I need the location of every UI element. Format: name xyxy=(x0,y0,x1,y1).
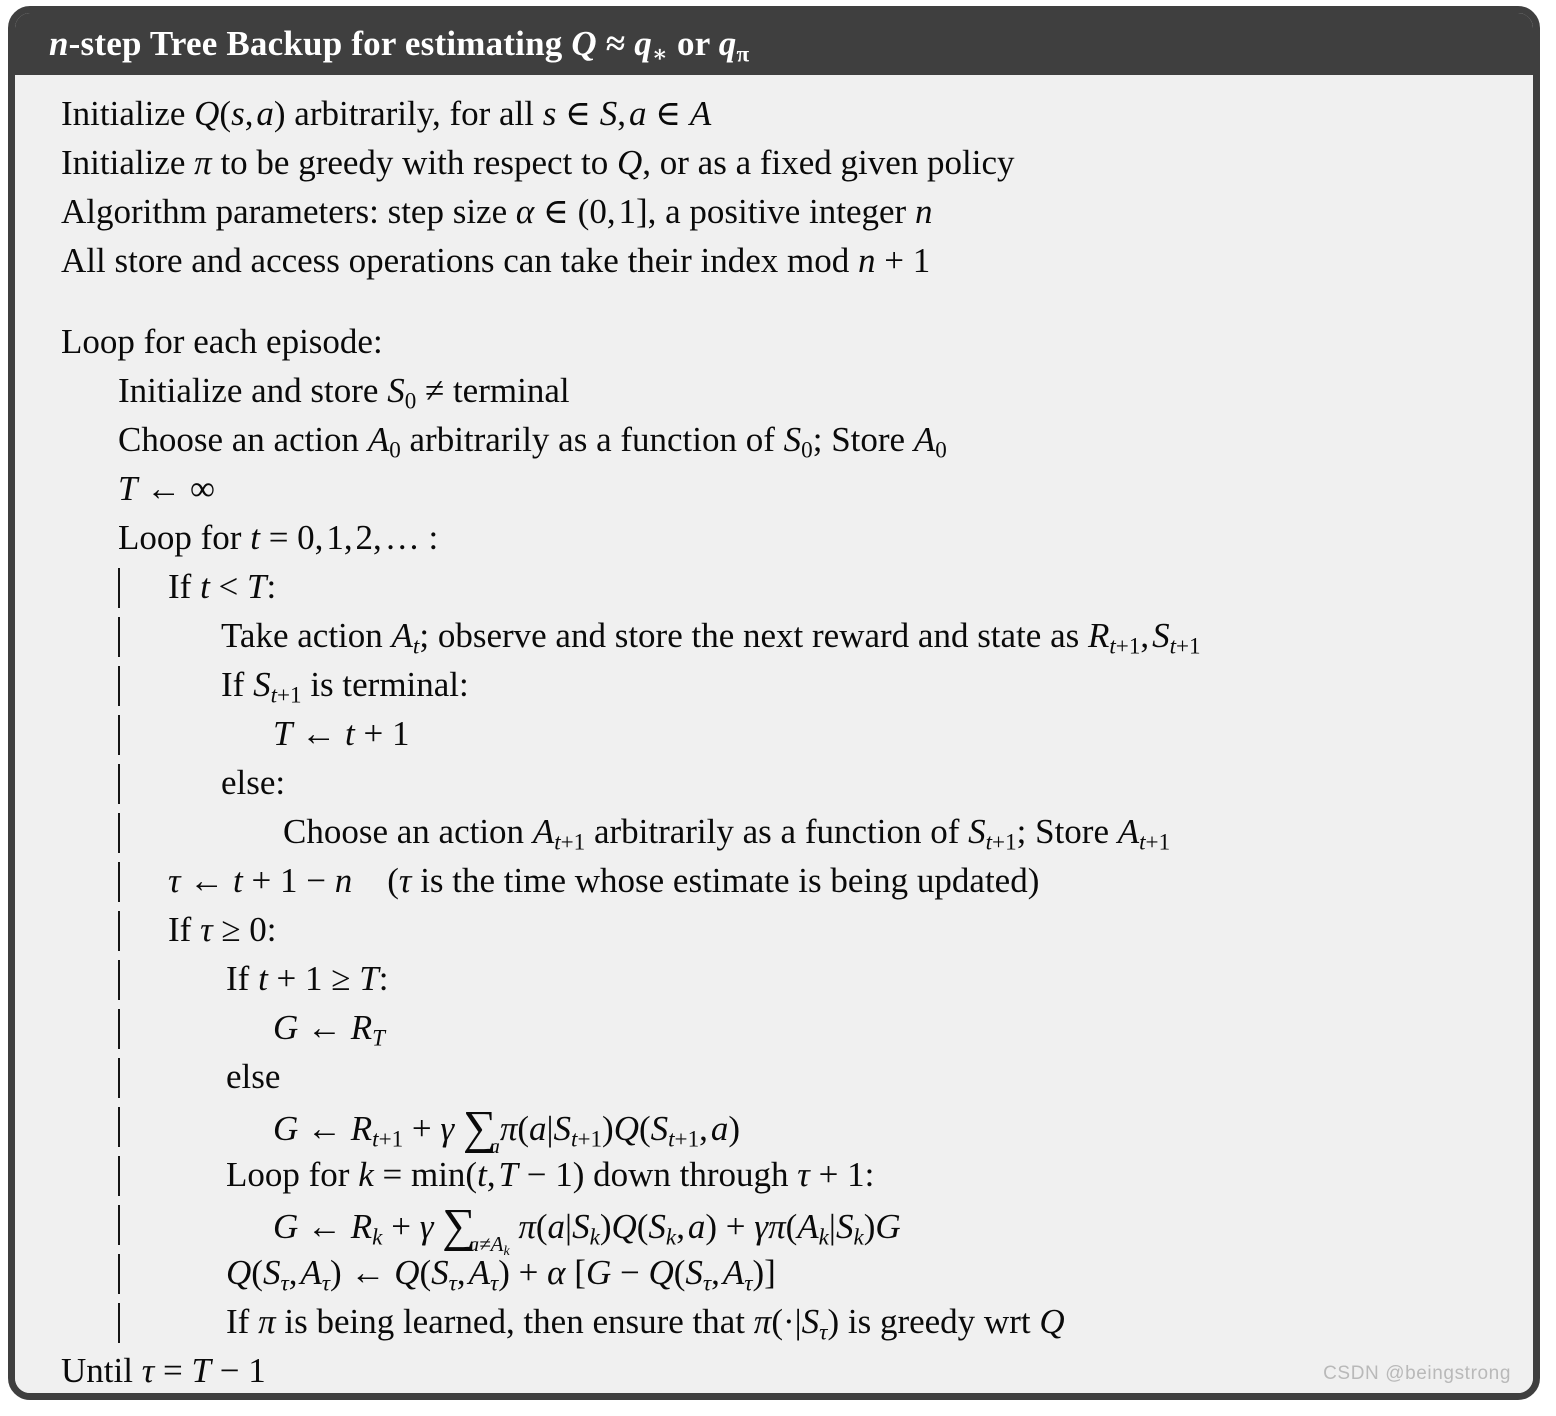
algo-line-G-update-outer: G ← Rt+1 + γ ∑aπ(a|St+1)Q(St+1, a) xyxy=(15,1101,1533,1156)
indent-guide-bar xyxy=(118,909,121,951)
algo-line-set-T: T ← t + 1 xyxy=(15,709,1533,758)
algorithm-card: n-step Tree Backup for estimating Q ≈ q∗… xyxy=(8,6,1540,1400)
algorithm-body: Initialize Q(s, a) arbitrarily, for all … xyxy=(15,75,1533,1393)
csdn-watermark: CSDN @beingstrong xyxy=(1323,1363,1511,1384)
indent-guide-bar xyxy=(118,860,121,902)
algo-line-Q-update: Q(Sτ, Aτ) ← Q(Sτ, Aτ) + α [G − Q(Sτ, Aτ)… xyxy=(15,1248,1533,1297)
algo-line-if-t1-ge-T: If t + 1 ≥ T: xyxy=(15,954,1533,1003)
indent-guide-bar xyxy=(118,566,121,608)
algo-line-until: Until τ = T − 1 xyxy=(61,1351,266,1390)
indent-guide-bar xyxy=(118,664,121,706)
algo-line-tau-assign: τ ← t + 1 − n (τ is the time whose estim… xyxy=(15,856,1533,905)
indent-guide-bar xyxy=(118,1105,121,1147)
algo-line-init-s0: Initialize and store S0 ≠ terminal xyxy=(118,371,570,414)
algo-line-if-tau-ge-0: If τ ≥ 0: xyxy=(15,905,1533,954)
algorithm-header: n-step Tree Backup for estimating Q ≈ q∗… xyxy=(15,13,1533,75)
indent-guide-bar xyxy=(118,615,121,657)
indent-guide-bar xyxy=(118,1056,121,1098)
algo-line-init-q: Initialize Q(s, a) arbitrarily, for all … xyxy=(61,94,712,133)
algo-line-t-infinity: T ← ∞ xyxy=(118,469,215,508)
algo-line-take-action: Take action At; observe and store the ne… xyxy=(15,611,1533,660)
algo-line-pi-greedy: If π is being learned, then ensure that … xyxy=(15,1297,1533,1346)
indent-guide-bar xyxy=(118,1203,121,1245)
indent-guide-bar xyxy=(118,1007,121,1049)
algo-line-loop-episode: Loop for each episode: xyxy=(61,322,383,361)
algo-line-index-mod: All store and access operations can take… xyxy=(61,241,931,280)
algo-line-if-terminal: If St+1 is terminal: xyxy=(15,660,1533,709)
algo-line-G-update-inner: G ← Rk + γ ∑a≠Ak π(a|Sk)Q(Sk, a) + γπ(Ak… xyxy=(15,1199,1533,1257)
algo-line-loop-k: Loop for k = min(t, T − 1) down through … xyxy=(15,1150,1533,1199)
algo-line-choose-a0: Choose an action A0 arbitrarily as a fun… xyxy=(118,420,947,463)
indent-guide-bar xyxy=(118,958,121,1000)
algo-line-else-2: else xyxy=(15,1052,1533,1101)
indent-guide-bar xyxy=(118,1301,121,1343)
algo-line-if-t-lt-T: If t < T: xyxy=(15,562,1533,611)
algorithm-title: n-step Tree Backup for estimating Q ≈ q∗… xyxy=(49,24,750,67)
algo-line-loop-t: Loop for t = 0, 1, 2, … : xyxy=(118,518,439,557)
indent-guide-bar xyxy=(118,1252,121,1294)
algo-line-init-pi: Initialize π to be greedy with respect t… xyxy=(61,143,1015,182)
indent-guide-bar xyxy=(118,811,121,853)
indent-guide-bar xyxy=(118,713,121,755)
indent-guide-bar xyxy=(118,762,121,804)
algo-line-parameters: Algorithm parameters: step size α ∈ (0, … xyxy=(61,192,933,231)
algo-line-choose-a-next: Choose an action At+1 arbitrarily as a f… xyxy=(15,807,1533,856)
algo-line-G-RT: G ← RT xyxy=(15,1003,1533,1052)
indent-guide-bar xyxy=(118,1154,121,1196)
algo-line-else-1: else: xyxy=(15,758,1533,807)
